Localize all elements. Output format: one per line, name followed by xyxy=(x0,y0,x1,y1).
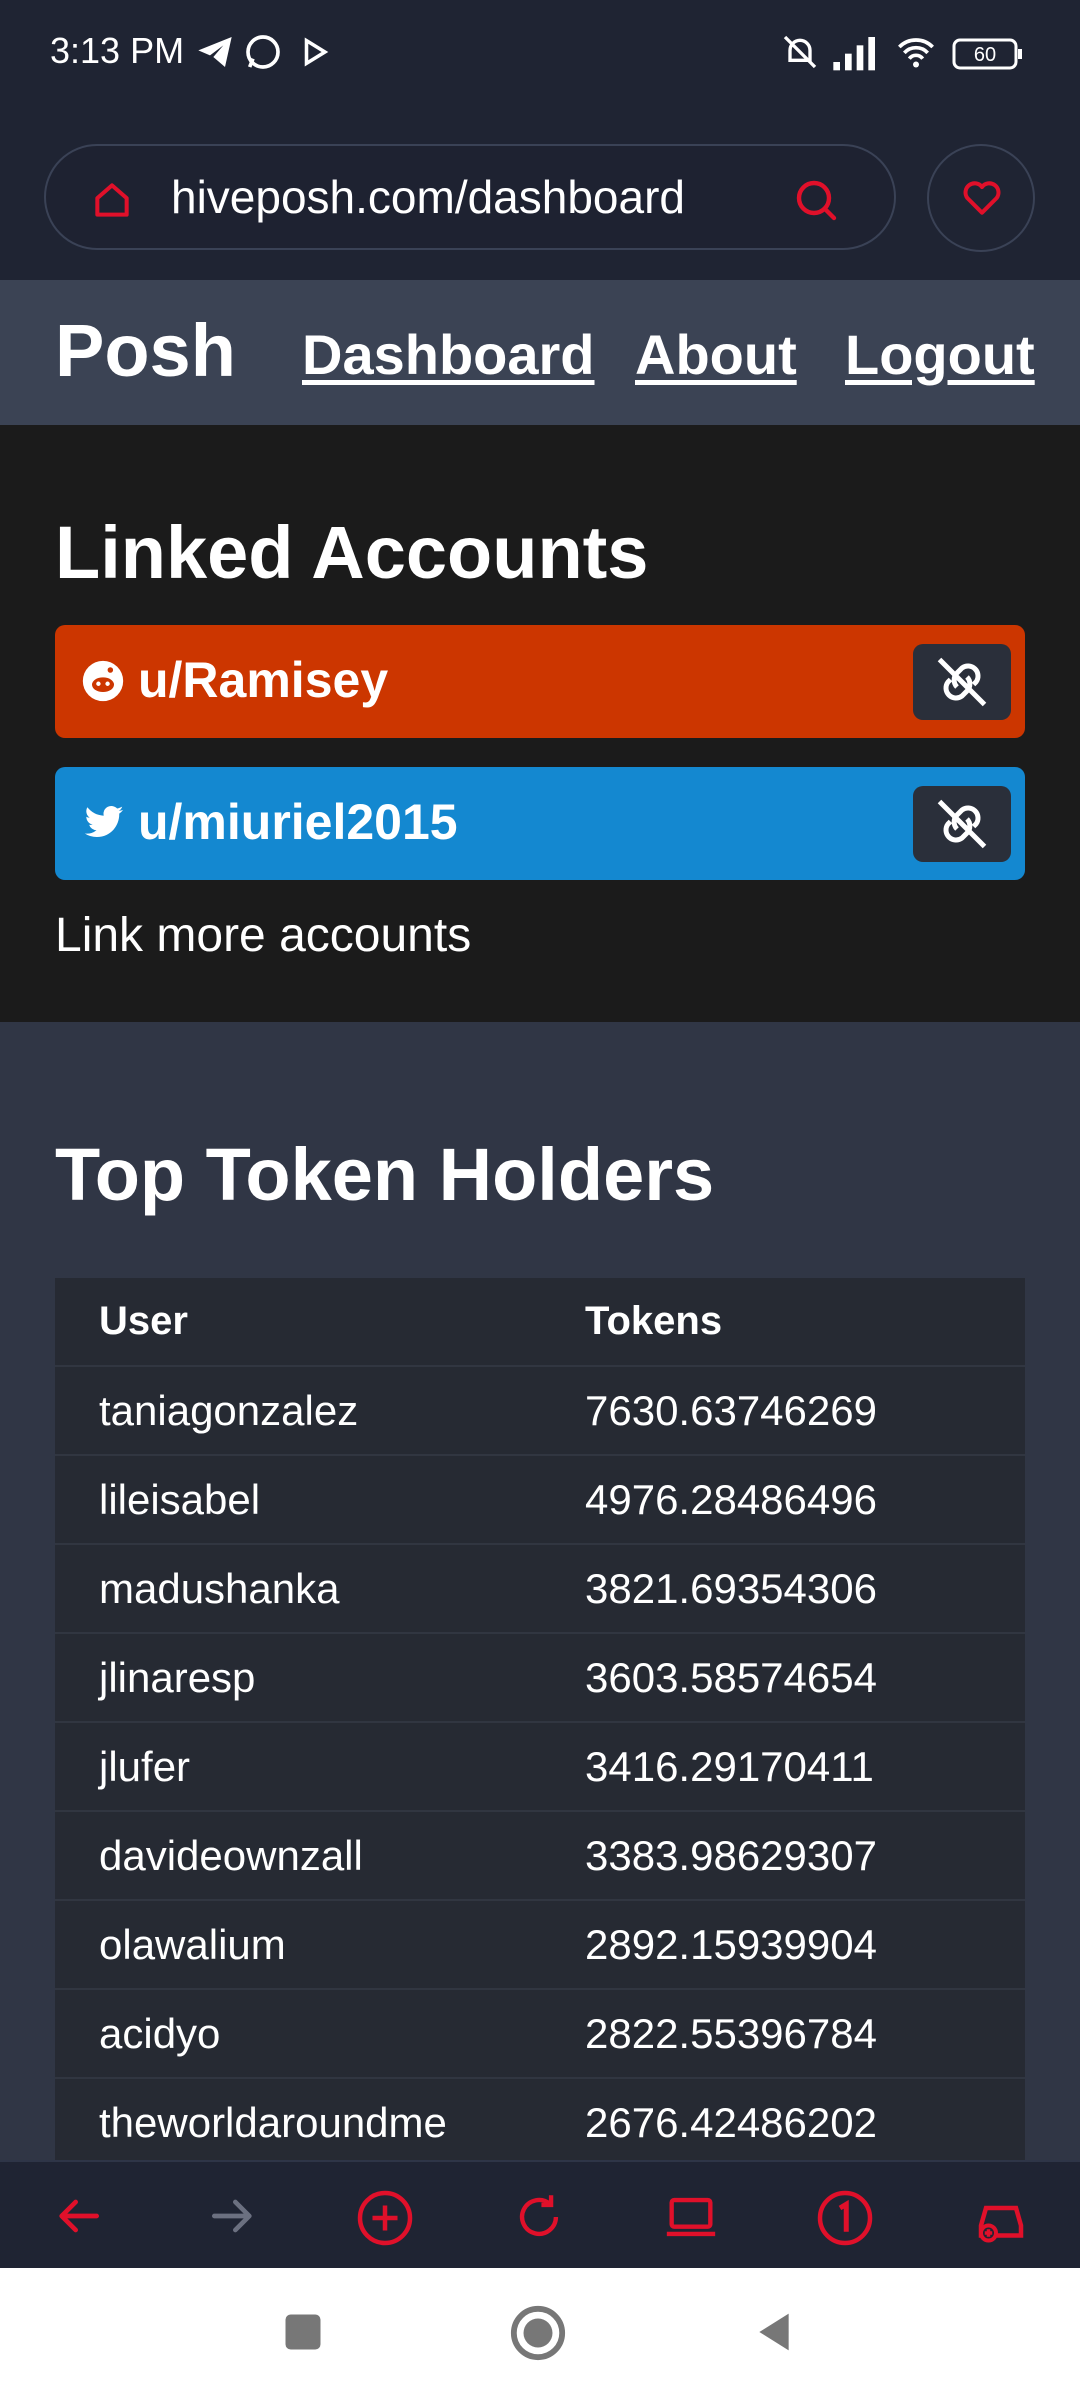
private-mode-icon[interactable] xyxy=(970,2188,1032,2253)
reload-icon[interactable] xyxy=(510,2188,568,2251)
system-navigation-bar xyxy=(0,2268,1080,2400)
user-cell: davideownzall xyxy=(55,1811,541,1901)
user-cell: lileisabel xyxy=(55,1455,541,1545)
linked-accounts-title: Linked Accounts xyxy=(55,511,649,594)
reddit-icon xyxy=(81,659,125,708)
battery-level: 60 xyxy=(974,44,996,66)
user-cell: olawalium xyxy=(55,1900,541,1990)
token-holders-table: User Tokens taniagonzalez 7630.63746269 l… xyxy=(55,1278,1025,2168)
table-row: jlinaresp 3603.58574654 xyxy=(55,1633,1025,1723)
twitter-account-name: u/miuriel2015 xyxy=(138,794,458,850)
recents-icon[interactable] xyxy=(282,2311,324,2358)
table-header-row: User Tokens xyxy=(55,1278,1025,1367)
nav-dashboard-link[interactable]: Dashboard xyxy=(302,322,595,387)
user-cell: taniagonzalez xyxy=(55,1366,541,1456)
table-row: taniagonzalez 7630.63746269 xyxy=(55,1366,1025,1456)
browser-toolbar: hiveposh.com/dashboard xyxy=(0,110,1080,280)
twitter-icon xyxy=(81,801,127,848)
home-icon[interactable] xyxy=(90,178,134,227)
status-time: 3:13 PM xyxy=(50,30,185,71)
brand-logo[interactable]: Posh xyxy=(55,308,236,393)
new-tab-icon[interactable] xyxy=(355,2188,415,2253)
battery-icon: 60 xyxy=(952,38,1024,75)
unlink-reddit-button[interactable] xyxy=(913,644,1011,720)
whatsapp-icon xyxy=(243,32,283,77)
table-row: jlufer 3416.29170411 xyxy=(55,1722,1025,1812)
linked-account-reddit: u/Ramisey xyxy=(55,625,1025,738)
user-cell: madushanka xyxy=(55,1544,541,1634)
tokens-cell: 7630.63746269 xyxy=(541,1366,1025,1456)
back-button-icon[interactable] xyxy=(752,2308,796,2361)
table-row: olawalium 2892.15939904 xyxy=(55,1900,1025,1990)
tokens-cell: 3416.29170411 xyxy=(541,1722,1025,1812)
tokens-cell: 2822.55396784 xyxy=(541,1989,1025,2079)
status-bar: 3:13 PM 60 xyxy=(0,0,1080,110)
browser-bottom-toolbar xyxy=(0,2160,1080,2270)
mute-icon xyxy=(780,32,820,77)
site-nav: Posh Dashboard About Logout xyxy=(0,280,1080,425)
linked-account-twitter: u/miuriel2015 xyxy=(55,767,1025,880)
telegram-icon xyxy=(195,32,235,77)
tokens-cell: 2676.42486202 xyxy=(541,2078,1025,2168)
signal-icon xyxy=(830,32,880,77)
column-header-tokens: Tokens xyxy=(541,1278,1025,1367)
play-icon xyxy=(298,32,332,77)
unlink-icon xyxy=(932,652,992,717)
search-icon[interactable] xyxy=(792,176,840,229)
favorite-button[interactable] xyxy=(927,144,1035,252)
desktop-mode-icon[interactable] xyxy=(660,2188,722,2251)
nav-logout-link[interactable]: Logout xyxy=(845,322,1035,387)
tokens-cell: 3821.69354306 xyxy=(541,1544,1025,1634)
table-row: acidyo 2822.55396784 xyxy=(55,1989,1025,2079)
table-row: theworldaroundme 2676.42486202 xyxy=(55,2078,1025,2168)
user-cell: theworldaroundme xyxy=(55,2078,541,2168)
forward-arrow-icon[interactable] xyxy=(205,2188,261,2249)
tokens-cell: 2892.15939904 xyxy=(541,1900,1025,1990)
user-cell: jlinaresp xyxy=(55,1633,541,1723)
token-holders-section: Top Token Holders User Tokens taniagonza… xyxy=(0,1022,1080,2168)
back-arrow-icon[interactable] xyxy=(50,2188,106,2249)
nav-about-link[interactable]: About xyxy=(635,322,797,387)
reddit-account-name: u/Ramisey xyxy=(138,652,389,708)
tokens-cell: 3383.98629307 xyxy=(541,1811,1025,1901)
table-row: lileisabel 4976.28486496 xyxy=(55,1455,1025,1545)
unlink-icon xyxy=(932,794,992,859)
url-text[interactable]: hiveposh.com/dashboard xyxy=(171,170,685,224)
tokens-cell: 3603.58574654 xyxy=(541,1633,1025,1723)
heart-icon xyxy=(959,176,1005,225)
table-row: madushanka 3821.69354306 xyxy=(55,1544,1025,1634)
column-header-user: User xyxy=(55,1278,541,1367)
wifi-icon xyxy=(893,32,939,77)
linked-accounts-section: Linked Accounts u/Ramisey u/miuriel2015 … xyxy=(0,425,1080,1022)
token-holders-title: Top Token Holders xyxy=(55,1133,715,1216)
url-bar[interactable]: hiveposh.com/dashboard xyxy=(44,144,896,250)
tokens-cell: 4976.28486496 xyxy=(541,1455,1025,1545)
table-row: davideownzall 3383.98629307 xyxy=(55,1811,1025,1901)
home-button-icon[interactable] xyxy=(509,2304,567,2367)
link-more-accounts[interactable]: Link more accounts xyxy=(55,908,471,963)
tabs-count-icon[interactable] xyxy=(815,2188,875,2253)
user-cell: jlufer xyxy=(55,1722,541,1812)
user-cell: acidyo xyxy=(55,1989,541,2079)
unlink-twitter-button[interactable] xyxy=(913,786,1011,862)
